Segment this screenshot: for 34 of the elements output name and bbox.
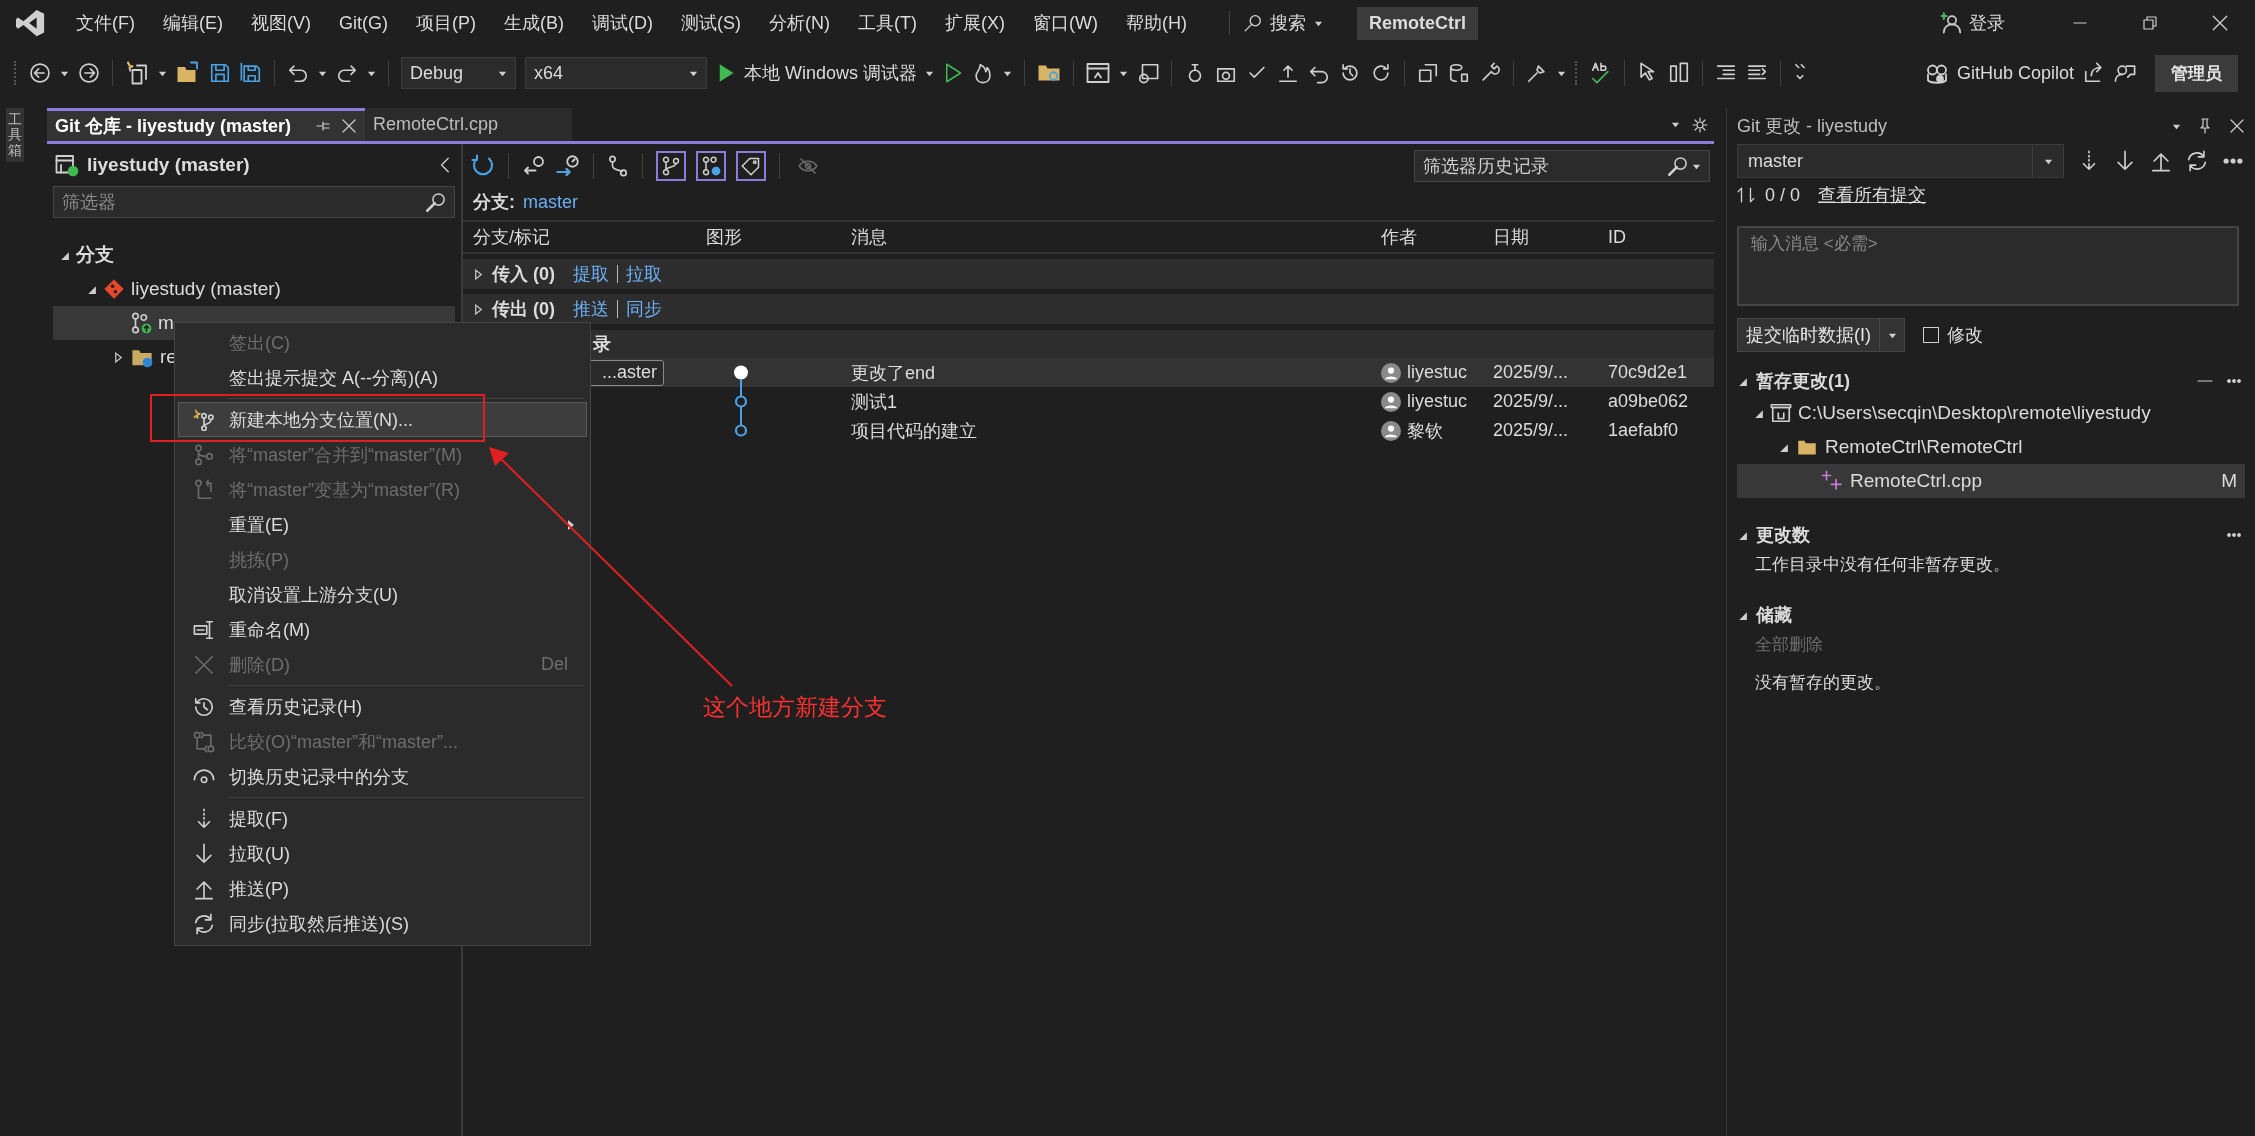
commit-date: 2025/9/... — [1493, 391, 1569, 412]
commit-date: 2025/9/... — [1493, 420, 1569, 441]
commit-author: liyestuc — [1407, 391, 1468, 412]
commit-message: 项目代码的建立 — [851, 419, 977, 443]
commit-message: 更改了end — [851, 361, 936, 385]
section-title: 更改数 — [1756, 524, 1811, 547]
tree-label: RemoteCtrl\RemoteCtrl — [1825, 436, 2023, 458]
status-label: M — [2221, 470, 2238, 492]
commit-id: 1aefabf0 — [1608, 420, 1679, 441]
commit-author: 黎钦 — [1407, 419, 1443, 443]
commit-author: liyestuc — [1407, 362, 1468, 383]
commit-id: a09be062 — [1608, 391, 1689, 412]
tree-label: C:\Users\secqin\Desktop\remote\liyestudy — [1798, 402, 2151, 424]
tree-label: liyestudy (master) — [131, 278, 281, 300]
annotation-text: 这个地方新建分支 — [703, 693, 887, 722]
section-title: 暂存更改(1) — [1756, 370, 1851, 393]
repository-title: liyestudy (master) — [87, 154, 250, 176]
commit-message: 测试1 — [851, 390, 897, 414]
tree-label: m — [158, 312, 174, 334]
section-title: 录 — [593, 333, 611, 356]
group-title: 传入 (0) — [492, 263, 555, 286]
section-title: 储藏 — [1756, 604, 1793, 627]
branch-label: 分支: — [473, 191, 515, 214]
empty-message: 工作目录中没有任何非暂存更改。 — [1755, 553, 2010, 576]
branch-name: master — [523, 191, 578, 213]
tree-label: RemoteCtrl.cpp — [1850, 470, 1982, 492]
group-title: 传出 (0) — [492, 298, 555, 321]
commit-id: 70c9d2e1 — [1608, 362, 1688, 383]
commit-counts: 0 / 0 — [1765, 184, 1801, 206]
empty-message: 没有暂存的更改。 — [1755, 671, 1891, 694]
commit-date: 2025/9/... — [1493, 362, 1569, 383]
solution-name: RemoteCtrl — [1356, 6, 1478, 40]
tree-label: 分支 — [76, 243, 114, 267]
panel-title: Git 更改 - liyestudy — [1737, 115, 1889, 138]
